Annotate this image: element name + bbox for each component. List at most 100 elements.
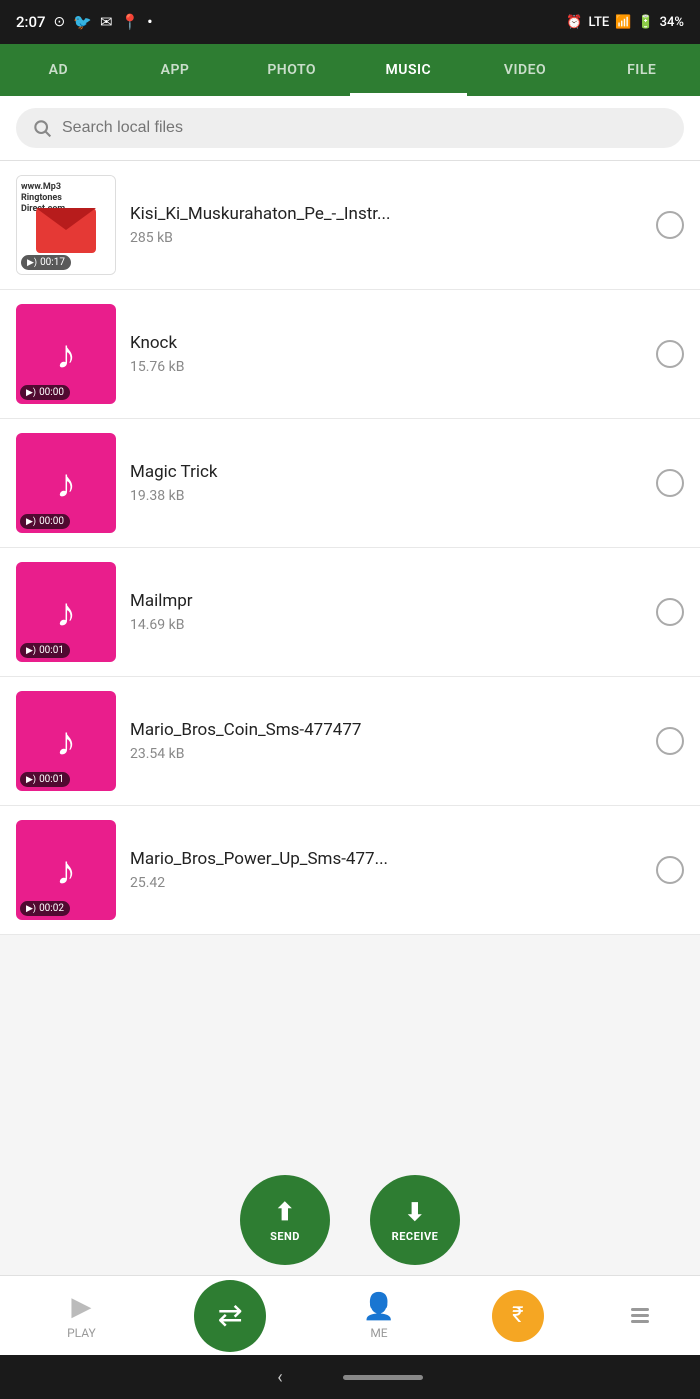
search-input[interactable] [62,119,668,137]
system-nav: ‹ [0,1355,700,1399]
duration-badge: ▶) 00:01 [20,772,70,787]
send-button[interactable]: ⬆ SEND [240,1175,330,1265]
rupee-icon: ₹ [512,1303,523,1328]
file-info: Knock 15.76 kB [130,333,642,375]
file-name: Kisi_Ki_Muskurahaton_Pe_-_Instr... [130,204,642,224]
home-button[interactable] [343,1375,423,1380]
file-name: Mario_Bros_Coin_Sms-477477 [130,720,642,740]
file-thumbnail[interactable]: ♪ ▶) 00:01 [16,691,116,791]
duration-text: 00:00 [39,516,64,527]
play-icon: ▶) [26,517,36,527]
menu-bars-icon[interactable] [631,1308,649,1323]
play-icon: ▶) [26,388,36,398]
signal-icon: 📶 [615,15,631,30]
twitter-icon: 🐦 [73,13,92,31]
send-icon: ⬆ [275,1198,296,1226]
file-select-radio[interactable] [656,469,684,497]
duration-text: 00:17 [40,257,65,268]
receive-icon: ⬇ [405,1198,426,1226]
file-select-radio[interactable] [656,340,684,368]
envelope-icon [36,208,96,253]
maps-icon: 📍 [121,13,140,31]
battery-label: 34% [660,15,684,30]
search-icon [32,118,52,138]
coin-button[interactable]: ₹ [492,1290,544,1342]
duration-text: 00:01 [39,645,64,656]
file-name: Knock [130,333,642,353]
music-note-icon: ♪ [56,331,76,378]
file-size: 23.54 kB [130,746,642,762]
file-size: 14.69 kB [130,617,642,633]
tab-photo[interactable]: PHOTO [233,44,350,96]
file-list: www.Mp3RingtonesDirect.com ▶) 00:17 Kisi… [0,161,700,935]
file-thumbnail[interactable]: ♪ ▶) 00:00 [16,433,116,533]
music-note-icon: ♪ [56,589,76,636]
file-thumbnail[interactable]: ♪ ▶) 00:00 [16,304,116,404]
list-item: ♪ ▶) 00:01 Mario_Bros_Coin_Sms-477477 23… [0,677,700,806]
duration-text: 00:02 [39,903,64,914]
duration-text: 00:00 [39,387,64,398]
music-note-icon: ♪ [56,718,76,765]
nav-transfer-button[interactable]: ⇄ [194,1280,266,1352]
file-size: 19.38 kB [130,488,642,504]
battery-icon: 🔋 [637,15,653,30]
bottom-nav: ▶ PLAY ⇄ 👤 ME ₹ [0,1275,700,1355]
mail-icon: ✉ [100,13,113,31]
duration-badge: ▶) 00:00 [20,514,70,529]
nav-play[interactable]: ▶ PLAY [51,1292,111,1340]
file-size: 15.76 kB [130,359,642,375]
status-right: ⏰ LTE 📶 🔋 34% [566,15,684,30]
file-info: Magic Trick 19.38 kB [130,462,642,504]
tab-file[interactable]: FILE [583,44,700,96]
play-label: PLAY [67,1326,96,1340]
tab-video[interactable]: VIDEO [467,44,584,96]
music-note-icon: ♪ [56,460,76,507]
file-info: Mario_Bros_Power_Up_Sms-477... 25.42 [130,849,642,891]
file-select-radio[interactable] [656,211,684,239]
file-thumbnail[interactable]: ♪ ▶) 00:02 [16,820,116,920]
file-thumbnail[interactable]: ♪ ▶) 00:01 [16,562,116,662]
send-label: SEND [270,1230,300,1243]
tab-ad[interactable]: AD [0,44,117,96]
duration-badge: ▶) 00:00 [20,385,70,400]
file-select-radio[interactable] [656,856,684,884]
receive-button[interactable]: ⬇ RECEIVE [370,1175,460,1265]
list-item: ♪ ▶) 00:00 Magic Trick 19.38 kB [0,419,700,548]
list-item: ♪ ▶) 00:01 Mailmpr 14.69 kB [0,548,700,677]
nav-me[interactable]: 👤 ME [349,1292,409,1340]
person-icon: 👤 [363,1292,395,1322]
file-size: 25.42 [130,875,642,891]
status-left: 2:07 ⊙ 🐦 ✉ 📍 • [16,13,152,31]
file-select-radio[interactable] [656,727,684,755]
search-bar [0,96,700,161]
file-select-radio[interactable] [656,598,684,626]
play-icon: ▶) [27,258,37,268]
play-icon: ▶) [26,646,36,656]
music-note-icon: ♪ [56,847,76,894]
status-bar: 2:07 ⊙ 🐦 ✉ 📍 • ⏰ LTE 📶 🔋 34% [0,0,700,44]
file-info: Mailmpr 14.69 kB [130,591,642,633]
receive-label: RECEIVE [392,1230,439,1243]
file-name: Mailmpr [130,591,642,611]
play-icon: ▶) [26,904,36,914]
back-button[interactable]: ‹ [277,1367,282,1388]
tab-bar: AD APP PHOTO MUSIC VIDEO FILE [0,44,700,96]
tab-app[interactable]: APP [117,44,234,96]
fab-area: ⬆ SEND ⬇ RECEIVE [0,1175,700,1265]
chrome-icon: ⊙ [54,14,66,30]
file-thumbnail[interactable]: www.Mp3RingtonesDirect.com ▶) 00:17 [16,175,116,275]
file-name: Mario_Bros_Power_Up_Sms-477... [130,849,642,869]
duration-badge: ▶) 00:17 [21,255,71,270]
time: 2:07 [16,13,46,31]
transfer-icon: ⇄ [218,1298,243,1333]
duration-badge: ▶) 00:02 [20,901,70,916]
list-item: ♪ ▶) 00:02 Mario_Bros_Power_Up_Sms-477..… [0,806,700,935]
search-wrap[interactable] [16,108,684,148]
list-item: www.Mp3RingtonesDirect.com ▶) 00:17 Kisi… [0,161,700,290]
tab-music[interactable]: MUSIC [350,44,467,96]
file-info: Mario_Bros_Coin_Sms-477477 23.54 kB [130,720,642,762]
file-info: Kisi_Ki_Muskurahaton_Pe_-_Instr... 285 k… [130,204,642,246]
sys-nav-inner: ‹ [277,1367,422,1388]
file-name: Magic Trick [130,462,642,482]
play-nav-icon: ▶ [71,1292,91,1322]
